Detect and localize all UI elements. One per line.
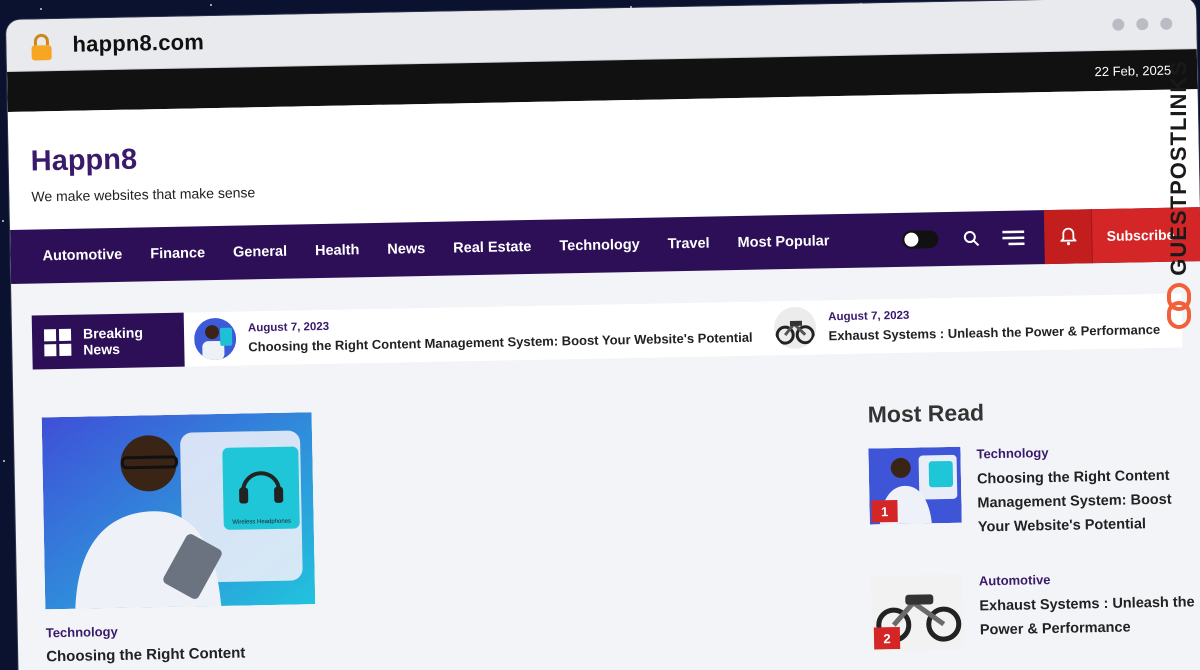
nav-item-most-popular[interactable]: Most Popular bbox=[737, 233, 829, 251]
rank-badge: 2 bbox=[873, 626, 901, 650]
featured-post: Wireless Headphones Technology Choosing … bbox=[41, 402, 847, 667]
toggle-knob bbox=[904, 232, 919, 247]
main-content: Wireless Headphones Technology Choosing … bbox=[13, 347, 1200, 668]
most-read-heading: Most Read bbox=[867, 399, 985, 428]
ticker-title[interactable]: Exhaust Systems : Unleash the Power & Pe… bbox=[828, 322, 1160, 343]
nav-item-health[interactable]: Health bbox=[315, 242, 360, 259]
most-read-thumbnail[interactable]: 2 bbox=[870, 573, 965, 652]
ticker-thumbnail[interactable] bbox=[774, 306, 817, 350]
current-date: 22 Feb, 2025 bbox=[1094, 62, 1172, 79]
nav-item-real-estate[interactable]: Real Estate bbox=[453, 239, 531, 256]
most-read-item[interactable]: 2 Automotive Exhaust Systems : Unleash t… bbox=[870, 569, 1200, 652]
window-dot-icon[interactable] bbox=[1160, 17, 1173, 30]
product-caption: Wireless Headphones bbox=[232, 519, 291, 526]
ticker-thumbnail[interactable] bbox=[193, 317, 237, 361]
grid-icon bbox=[43, 328, 72, 356]
nav-item-travel[interactable]: Travel bbox=[668, 236, 710, 253]
most-read-item[interactable]: 1 Technology Choosing the Right Content … bbox=[868, 442, 1200, 541]
rank-badge: 1 bbox=[871, 499, 898, 523]
nav-item-finance[interactable]: Finance bbox=[150, 245, 205, 262]
notification-button[interactable] bbox=[1044, 209, 1094, 265]
most-read-thumbnail[interactable]: 1 bbox=[868, 446, 962, 525]
link-logo-icon bbox=[1167, 282, 1191, 329]
menu-icon[interactable] bbox=[1002, 226, 1025, 248]
ticker-date: August 7, 2023 bbox=[828, 309, 910, 324]
featured-image[interactable]: Wireless Headphones bbox=[41, 412, 316, 610]
nav-item-automotive[interactable]: Automotive bbox=[42, 247, 122, 265]
window-dot-icon[interactable] bbox=[1112, 18, 1125, 31]
ticker-title[interactable]: Choosing the Right Content Management Sy… bbox=[248, 330, 753, 355]
badge-text: GUESTPOSTLINKS bbox=[1166, 60, 1191, 276]
browser-window: happn8.com 22 Feb, 2025 Happn8 We make w… bbox=[6, 0, 1200, 670]
nav-item-news[interactable]: News bbox=[387, 241, 425, 258]
window-controls bbox=[1112, 17, 1173, 31]
most-read-title[interactable]: Choosing the Right Content Management Sy… bbox=[977, 463, 1200, 539]
most-read-title[interactable]: Exhaust Systems : Unleash the Power & Pe… bbox=[979, 590, 1200, 642]
window-dot-icon[interactable] bbox=[1136, 17, 1149, 30]
dark-mode-toggle[interactable] bbox=[902, 230, 939, 249]
breaking-news-label: Breaking News bbox=[31, 312, 185, 370]
nav-item-general[interactable]: General bbox=[233, 244, 287, 261]
breaking-news-text: Breaking News bbox=[82, 324, 144, 358]
bell-icon bbox=[1059, 227, 1077, 246]
search-icon[interactable] bbox=[960, 227, 982, 249]
url-text[interactable]: happn8.com bbox=[72, 29, 204, 58]
ticker-item[interactable]: August 7, 2023 Choosing the Right Conten… bbox=[193, 308, 753, 361]
most-read-category[interactable]: Automotive bbox=[979, 569, 1200, 588]
lock-icon bbox=[31, 33, 52, 60]
ticker-item[interactable]: August 7, 2023 Exhaust Systems : Unleash… bbox=[774, 300, 1160, 350]
nav-tools: Subscribe bbox=[902, 207, 1200, 267]
nav-item-technology[interactable]: Technology bbox=[559, 237, 640, 255]
guestpostlinks-badge: GUESTPOSTLINKS bbox=[1164, 60, 1194, 360]
masthead: Happn8 We make websites that make sense bbox=[7, 89, 1200, 230]
most-read-category[interactable]: Technology bbox=[976, 442, 1198, 461]
most-read-sidebar: Most Read 1 Technology Choosing the Righ… bbox=[867, 395, 1200, 652]
